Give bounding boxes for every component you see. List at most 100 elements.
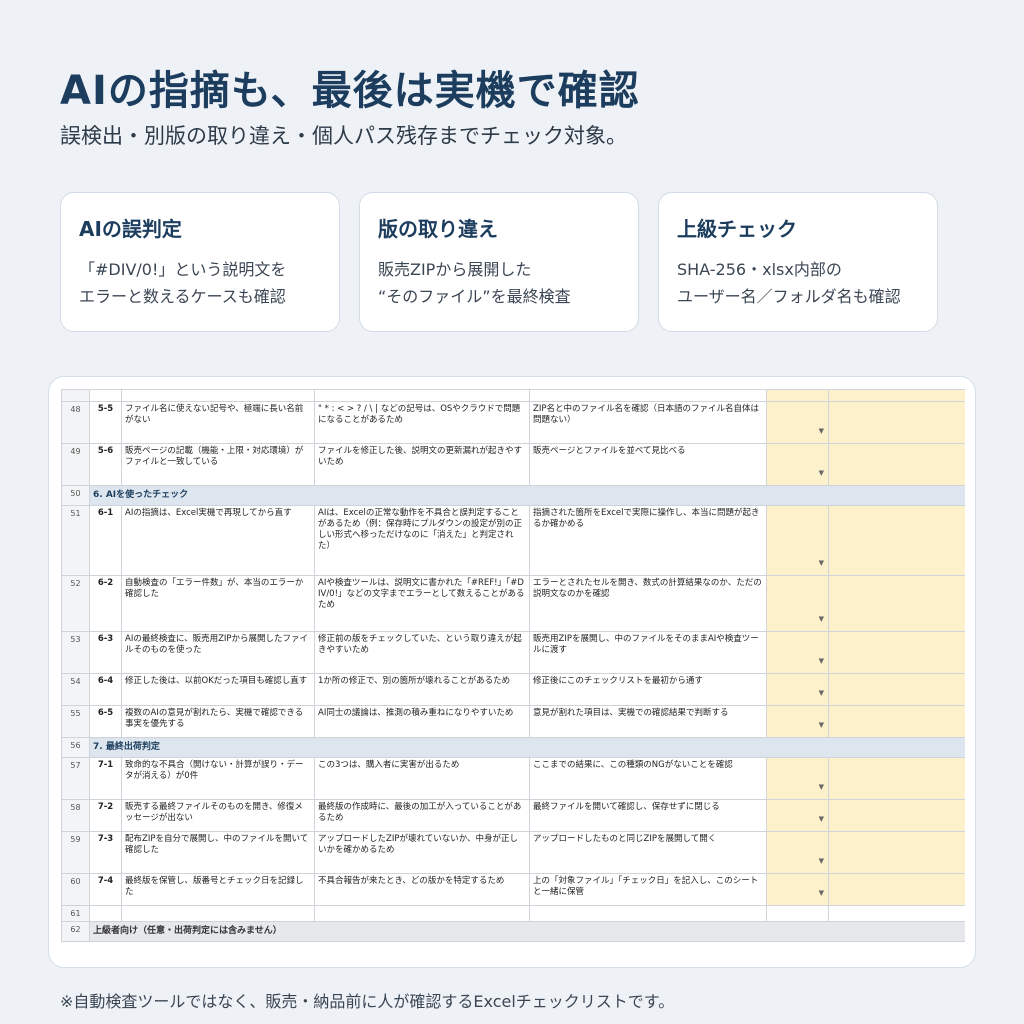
method-cell[interactable]: ZIP名と中のファイル名を確認（日本語のファイル名自体は問題ない）	[529, 401, 767, 444]
result-dropdown[interactable]: ▼	[766, 705, 829, 738]
method-cell[interactable]: 指摘された箇所をExcelで実際に操作し、本当に問題が起きるか確かめる	[529, 505, 767, 576]
reason-cell[interactable]: 1か所の修正で、別の箇所が壊れることがあるため	[314, 673, 530, 706]
card-ai-misjudge: AIの誤判定 「#DIV/0!」という説明文を エラーと数えるケースも確認	[60, 192, 340, 332]
method-cell[interactable]: 販売ページとファイルを並べて見比べる	[529, 443, 767, 486]
notes-cell[interactable]	[828, 401, 965, 444]
check-item-cell[interactable]: AIの指摘は、Excel実機で再現してから直す	[121, 505, 315, 576]
cell[interactable]	[828, 389, 965, 402]
reason-cell[interactable]: 不具合報告が来たとき、どの版かを特定するため	[314, 873, 530, 906]
table-row: 60 7-4 最終版を保管し、版番号とチェック日を記録した 不具合報告が来たとき、どの…	[61, 873, 965, 906]
row-number: 49	[61, 443, 90, 486]
table-row: 49 5-6 販売ページの記載（機能・上限・対応環境）がファイルと一致している ファイ…	[61, 443, 965, 486]
row-number: 62	[61, 921, 90, 942]
result-dropdown[interactable]: ▼	[766, 631, 829, 674]
chevron-down-icon: ▼	[818, 889, 824, 897]
card-title: AIの誤判定	[79, 217, 182, 241]
card-text-line: SHA-256・xlsx内部の	[677, 260, 842, 279]
check-item-cell[interactable]: 最終版を保管し、版番号とチェック日を記録した	[121, 873, 315, 906]
method-cell[interactable]: ここまでの結果に、この種類のNGがないことを確認	[529, 757, 767, 800]
result-dropdown[interactable]: ▼	[766, 443, 829, 486]
reason-cell[interactable]: 修正前の版をチェックしていた、という取り違えが起きやすいため	[314, 631, 530, 674]
cell[interactable]	[828, 905, 965, 922]
section-title: 上級者向け（任意・出荷判定には含みません）	[89, 921, 965, 942]
check-item-cell[interactable]: AIの最終検査に、販売用ZIPから展開したファイルそのものを使った	[121, 631, 315, 674]
check-item-cell[interactable]: ファイル名に使えない記号や、極端に長い名前がない	[121, 401, 315, 444]
item-number: 7-2	[89, 799, 122, 832]
cell[interactable]	[121, 905, 315, 922]
check-item-cell[interactable]: 自動検査の「エラー件数」が、本当のエラーか確認した	[121, 575, 315, 632]
method-cell[interactable]: 意見が割れた項目は、実機での確認結果で判断する	[529, 705, 767, 738]
reason-cell[interactable]: AI同士の議論は、推測の積み重ねになりやすいため	[314, 705, 530, 738]
cell[interactable]	[121, 389, 315, 402]
item-number: 6-3	[89, 631, 122, 674]
cell[interactable]	[529, 389, 767, 402]
card-version-mixup: 版の取り違え 販売ZIPから展開した “そのファイル”を最終検査	[359, 192, 639, 332]
row-number: 58	[61, 799, 90, 832]
cell[interactable]	[766, 389, 829, 402]
result-dropdown[interactable]: ▼	[766, 575, 829, 632]
result-dropdown[interactable]: ▼	[766, 401, 829, 444]
reason-cell[interactable]: アップロードしたZIPが壊れていないか、中身が正しいかを確かめるため	[314, 831, 530, 874]
notes-cell[interactable]	[828, 799, 965, 832]
item-number: 5-5	[89, 401, 122, 444]
notes-cell[interactable]	[828, 631, 965, 674]
table-row: 48 5-5 ファイル名に使えない記号や、極端に長い名前がない " * : < > ?…	[61, 401, 965, 444]
cell[interactable]	[89, 389, 122, 402]
method-cell[interactable]: エラーとされたセルを開き、数式の計算結果なのか、ただの説明文なのかを確認	[529, 575, 767, 632]
check-item-cell[interactable]: 配布ZIPを自分で展開し、中のファイルを開いて確認した	[121, 831, 315, 874]
method-cell[interactable]: 修正後にこのチェックリストを最初から通す	[529, 673, 767, 706]
reason-cell[interactable]: ファイルを修正した後、説明文の更新漏れが起きやすいため	[314, 443, 530, 486]
result-dropdown[interactable]: ▼	[766, 799, 829, 832]
card-text-line: “そのファイル”を最終検査	[378, 287, 571, 306]
check-item-cell[interactable]: 修正した後は、以前OKだった項目も確認し直す	[121, 673, 315, 706]
cell[interactable]	[766, 905, 829, 922]
reason-cell[interactable]: AIや検査ツールは、説明文に書かれた「#REF!」「#DIV/0!」などの文字ま…	[314, 575, 530, 632]
feature-cards: AIの誤判定 「#DIV/0!」という説明文を エラーと数えるケースも確認 版の…	[60, 192, 940, 332]
notes-cell[interactable]	[828, 505, 965, 576]
section-title: 7. 最終出荷判定	[89, 737, 965, 758]
chevron-down-icon: ▼	[818, 721, 824, 729]
section-header-row: 56 7. 最終出荷判定	[61, 737, 965, 758]
notes-cell[interactable]	[828, 673, 965, 706]
table-row: 53 6-3 AIの最終検査に、販売用ZIPから展開したファイルそのものを使った 修正…	[61, 631, 965, 674]
check-item-cell[interactable]: 致命的な不具合（開けない・計算が誤り・データが消える）が0件	[121, 757, 315, 800]
table-row: 55 6-5 複数のAIの意見が割れたら、実機で確認できる事実を優先する AI同士の議…	[61, 705, 965, 738]
notes-cell[interactable]	[828, 705, 965, 738]
method-cell[interactable]: 販売用ZIPを展開し、中のファイルをそのままAIや検査ツールに渡す	[529, 631, 767, 674]
item-number: 6-1	[89, 505, 122, 576]
cell[interactable]	[314, 389, 530, 402]
result-dropdown[interactable]: ▼	[766, 831, 829, 874]
method-cell[interactable]: 最終ファイルを開いて確認し、保存せずに閉じる	[529, 799, 767, 832]
chevron-down-icon: ▼	[818, 689, 824, 697]
card-advanced-check: 上級チェック SHA-256・xlsx内部の ユーザー名／フォルダ名も確認	[658, 192, 938, 332]
check-item-cell[interactable]: 販売ページの記載（機能・上限・対応環境）がファイルと一致している	[121, 443, 315, 486]
check-item-cell[interactable]: 販売する最終ファイルそのものを開き、修復メッセージが出ない	[121, 799, 315, 832]
reason-cell[interactable]: AIは、Excelの正常な動作を不具合と誤判定することがあるため（例：保存時にプ…	[314, 505, 530, 576]
notes-cell[interactable]	[828, 873, 965, 906]
card-text-line: 「#DIV/0!」という説明文を	[79, 260, 287, 279]
result-dropdown[interactable]: ▼	[766, 505, 829, 576]
reason-cell[interactable]: 最終版の作成時に、最後の加工が入っていることがあるため	[314, 799, 530, 832]
table-row: 57 7-1 致命的な不具合（開けない・計算が誤り・データが消える）が0件 この3つは…	[61, 757, 965, 800]
notes-cell[interactable]	[828, 443, 965, 486]
method-cell[interactable]: アップロードしたものと同じZIPを展開して開く	[529, 831, 767, 874]
item-number: 7-3	[89, 831, 122, 874]
notes-cell[interactable]	[828, 757, 965, 800]
chevron-down-icon: ▼	[818, 559, 824, 567]
cell[interactable]	[89, 905, 122, 922]
reason-cell[interactable]: この3つは、購入者に実害が出るため	[314, 757, 530, 800]
check-item-cell[interactable]: 複数のAIの意見が割れたら、実機で確認できる事実を優先する	[121, 705, 315, 738]
cell[interactable]	[529, 905, 767, 922]
result-dropdown[interactable]: ▼	[766, 873, 829, 906]
notes-cell[interactable]	[828, 831, 965, 874]
reason-cell[interactable]: " * : < > ? / \ | などの記号は、OSやクラウドで問題になること…	[314, 401, 530, 444]
result-dropdown[interactable]: ▼	[766, 673, 829, 706]
result-dropdown[interactable]: ▼	[766, 757, 829, 800]
notes-cell[interactable]	[828, 575, 965, 632]
cell[interactable]	[314, 905, 530, 922]
method-cell[interactable]: 上の「対象ファイル」「チェック日」を記入し、このシートと一緒に保管	[529, 873, 767, 906]
item-number: 7-4	[89, 873, 122, 906]
row-number: 52	[61, 575, 90, 632]
chevron-down-icon: ▼	[818, 815, 824, 823]
table-row: 59 7-3 配布ZIPを自分で展開し、中のファイルを開いて確認した アップロードした…	[61, 831, 965, 874]
